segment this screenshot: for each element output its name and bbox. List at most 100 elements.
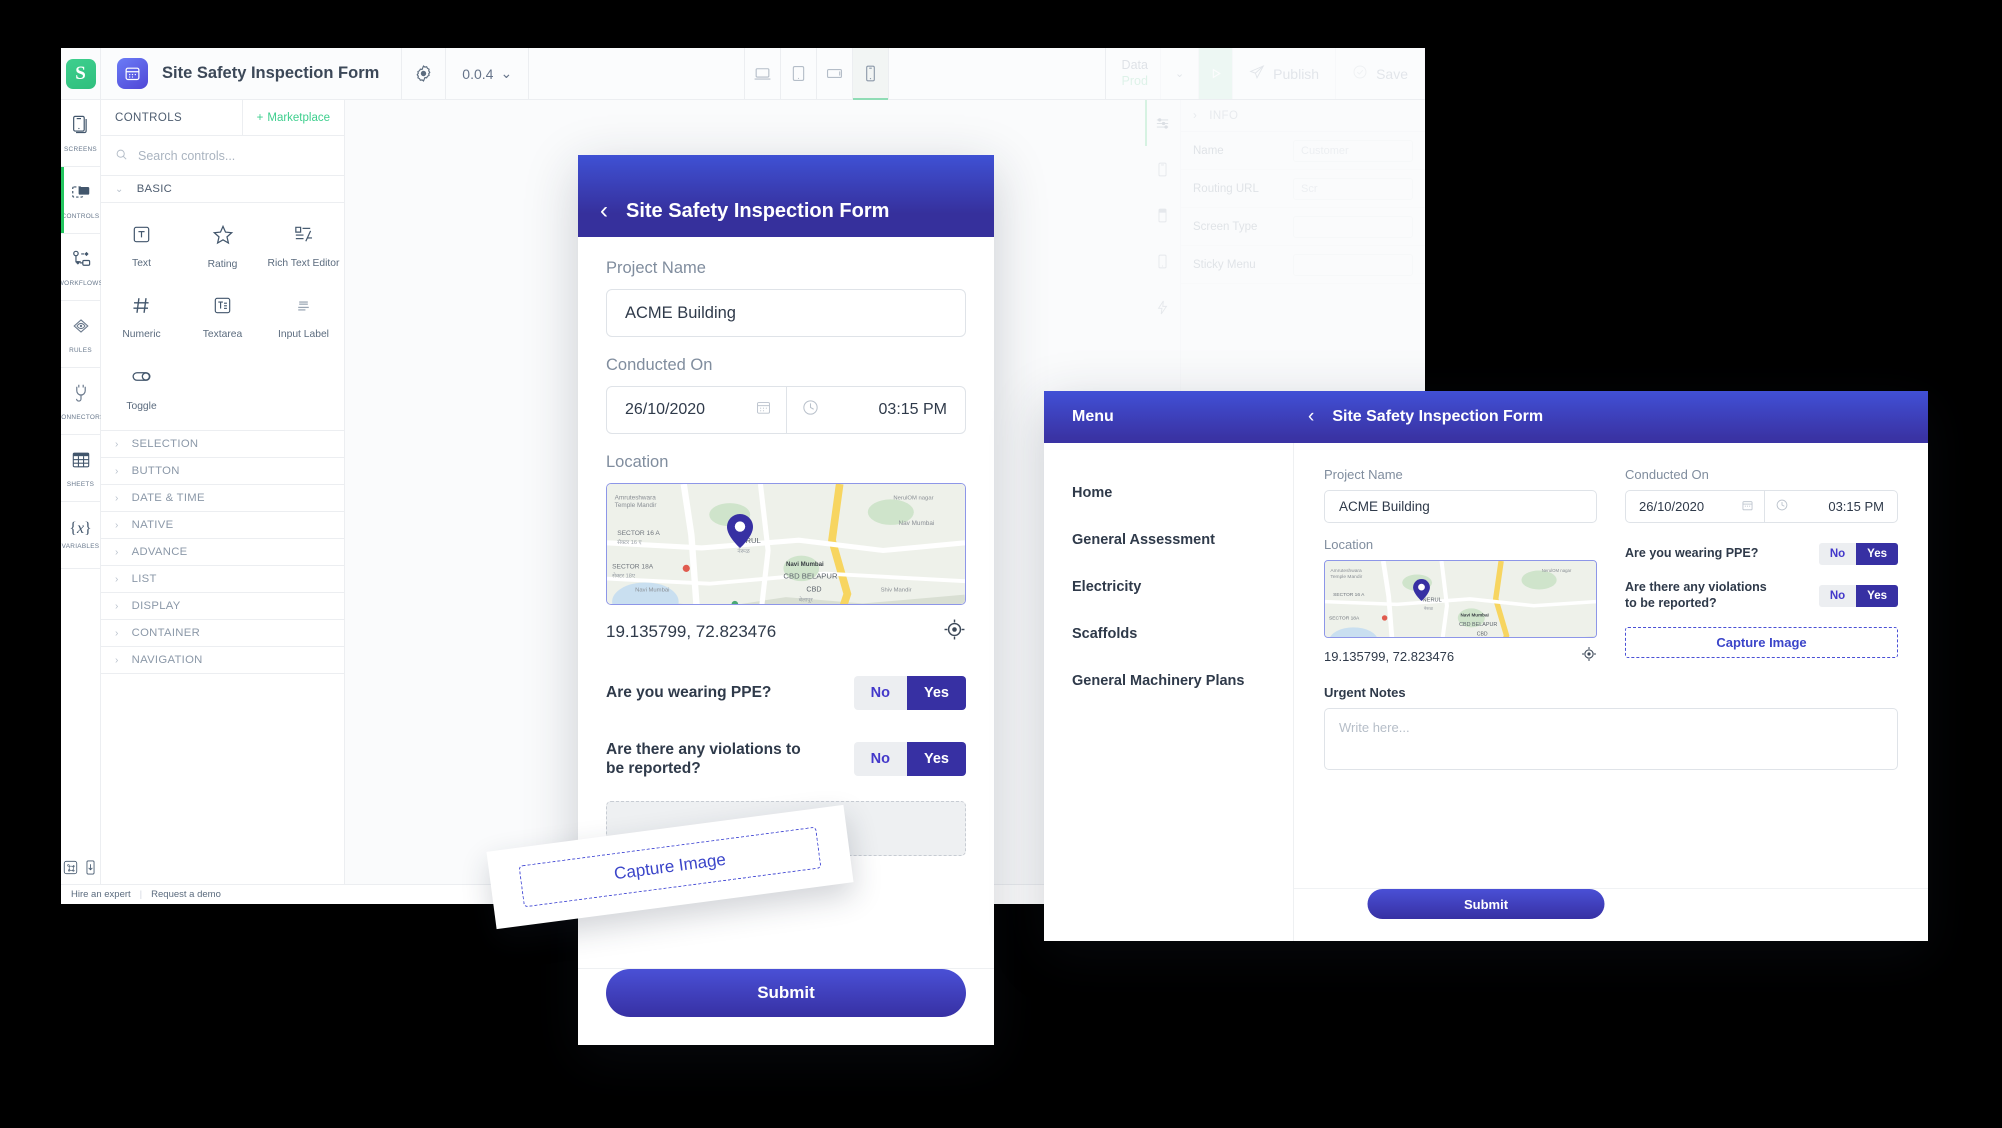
save-label: Save (1376, 65, 1409, 82)
question-label: Are there any violations to be reported? (1625, 580, 1767, 610)
device-mobile-button[interactable] (853, 48, 890, 100)
category-button[interactable]: › BUTTON (101, 458, 344, 485)
toggle-no-option[interactable]: No (1818, 584, 1857, 607)
toggle-no-option[interactable]: No (853, 742, 907, 777)
brand-logo[interactable]: S (61, 48, 101, 99)
chevron-down-icon: ⌄ (500, 65, 513, 81)
control-toggle[interactable]: Toggle (101, 354, 182, 426)
workflows-icon (70, 248, 92, 275)
violations-toggle[interactable]: No Yes (1818, 584, 1898, 607)
device-tablet-landscape-button[interactable] (817, 48, 854, 99)
screen-download-icon[interactable] (81, 859, 101, 876)
question-ppe-row: Are you wearing PPE? No Yes (606, 676, 966, 710)
control-rating[interactable]: Rating (182, 213, 263, 284)
device-tablet-button[interactable] (781, 48, 818, 99)
chevron-left-icon[interactable]: ‹ (1308, 406, 1314, 428)
mobile-screen-title: Site Safety Inspection Form (626, 200, 890, 222)
svg-text:नेरूळ: नेरूळ (1424, 606, 1434, 611)
urgent-notes-textarea[interactable]: Write here... (1324, 708, 1898, 770)
control-textarea[interactable]: Textarea (182, 284, 263, 354)
submit-button[interactable]: Submit (606, 969, 966, 1017)
control-rich-text-editor[interactable]: Rich Text Editor (263, 213, 344, 284)
mobile-form-body: Project Name ACME Building Conducted On … (578, 237, 994, 856)
location-map[interactable]: Amruteshwara Temple Mandir SECTOR 16 A S… (1324, 560, 1597, 638)
violations-toggle[interactable]: No Yes (853, 742, 966, 777)
sidebar-item-variables[interactable]: {x} VARIABLES (61, 502, 100, 569)
toggle-yes-option[interactable]: Yes (907, 742, 966, 777)
coordinates-row: 19.135799, 72.823476 (1324, 646, 1597, 667)
location-map[interactable]: Amruteshwara Temple Mandir SECTOR 16 A स… (606, 483, 966, 605)
toggle-no-option[interactable]: No (853, 676, 907, 710)
control-text[interactable]: Text (101, 213, 182, 284)
date-input[interactable]: 26/10/2020 (1626, 491, 1765, 522)
page-title: Site Safety Inspection Form (162, 64, 380, 82)
data-env-value: Prod (1121, 73, 1148, 88)
project-name-input[interactable]: ACME Building (1324, 490, 1597, 523)
crosshair-icon[interactable] (1581, 646, 1597, 667)
sidebar-item-home[interactable]: Home (1044, 469, 1293, 516)
save-button[interactable]: Save (1336, 48, 1425, 99)
time-input[interactable]: 03:15 PM (1765, 491, 1897, 522)
rich-text-icon (292, 223, 315, 251)
category-label: SELECTION (131, 438, 199, 450)
time-input[interactable]: 03:15 PM (787, 387, 966, 433)
sidebar-item-label: WORKFLOWS (61, 279, 104, 287)
brand-logo-mark: S (65, 58, 96, 89)
preview-play-button[interactable] (1199, 48, 1234, 99)
form-right-column: Conducted On 26/10/2020 03:15 PM Are you… (1625, 467, 1898, 667)
control-label: Numeric (122, 329, 161, 340)
toggle-yes-option[interactable]: Yes (1856, 584, 1898, 607)
date-input[interactable]: 26/10/2020 (607, 387, 787, 433)
category-date-time[interactable]: › DATE & TIME (101, 485, 344, 512)
sidebar-item-general-assessment[interactable]: General Assessment (1044, 516, 1293, 563)
capture-image-button[interactable]: Capture Image (1625, 627, 1898, 659)
ppe-toggle[interactable]: No Yes (1818, 543, 1898, 565)
chevron-down-icon[interactable]: ⌄ (1161, 48, 1200, 99)
category-list[interactable]: › LIST (101, 566, 344, 593)
conducted-on-label: Conducted On (606, 356, 713, 374)
device-laptop-button[interactable] (745, 48, 782, 99)
data-environment-selector[interactable]: Data Prod (1106, 48, 1161, 99)
sidebar-item-general-machinery-plans[interactable]: General Machinery Plans (1044, 657, 1293, 704)
sidebar-item-scaffolds[interactable]: Scaffolds (1044, 610, 1293, 657)
version-selector[interactable]: 0.0.4 ⌄ (446, 48, 530, 99)
sidebar-item-controls[interactable]: CONTROLS (61, 167, 100, 234)
control-label: Input Label (278, 329, 329, 340)
request-a-demo-link[interactable]: Request a demo (151, 889, 221, 900)
category-display[interactable]: › DISPLAY (101, 593, 344, 620)
category-advance[interactable]: › ADVANCE (101, 539, 344, 566)
publish-button[interactable]: Publish (1233, 48, 1337, 99)
coordinates-row: 19.135799, 72.823476 (606, 618, 966, 646)
marketplace-button[interactable]: + Marketplace (241, 100, 344, 135)
category-selection[interactable]: › SELECTION (101, 431, 344, 458)
map-graphic: Amruteshwara Temple Mandir SECTOR 16 A स… (607, 484, 965, 604)
hire-an-expert-link[interactable]: Hire an expert (71, 889, 131, 900)
project-name-input[interactable]: ACME Building (606, 289, 966, 337)
control-numeric[interactable]: Numeric (101, 284, 182, 354)
crosshair-icon[interactable] (943, 618, 966, 646)
sidebar-item-screens[interactable]: SCREENS (61, 100, 100, 167)
category-basic[interactable]: ⌄ BASIC (101, 176, 344, 203)
category-container[interactable]: › CONTAINER (101, 620, 344, 647)
submit-button[interactable]: Submit (1367, 889, 1605, 919)
category-navigation[interactable]: › NAVIGATION (101, 647, 344, 674)
sidebar-item-sheets[interactable]: SHEETS (61, 435, 100, 502)
control-label: Rich Text Editor (267, 258, 340, 269)
ppe-toggle[interactable]: No Yes (853, 676, 966, 710)
sidebar-item-electricity[interactable]: Electricity (1044, 563, 1293, 610)
sidebar-item-rules[interactable]: RULES (61, 301, 100, 368)
toggle-yes-option[interactable]: Yes (1856, 543, 1898, 565)
conducted-on-row: 26/10/2020 03:15 PM (1625, 490, 1898, 523)
variables-icon: {x} (69, 520, 92, 537)
chevron-left-icon[interactable]: ‹ (600, 199, 608, 223)
sidebar-item-workflows[interactable]: WORKFLOWS (61, 234, 104, 301)
toggle-no-option[interactable]: No (1818, 543, 1857, 565)
search-controls-input[interactable]: Search controls... (101, 136, 344, 176)
location-label: Location (1324, 537, 1374, 552)
category-native[interactable]: › NATIVE (101, 512, 344, 539)
settings-button[interactable] (402, 48, 447, 99)
toggle-yes-option[interactable]: Yes (907, 676, 966, 710)
command-icon[interactable] (61, 859, 81, 876)
sidebar-item-connectors[interactable]: CONNECTORS (61, 368, 104, 435)
control-input-label[interactable]: Input Label (263, 284, 344, 354)
